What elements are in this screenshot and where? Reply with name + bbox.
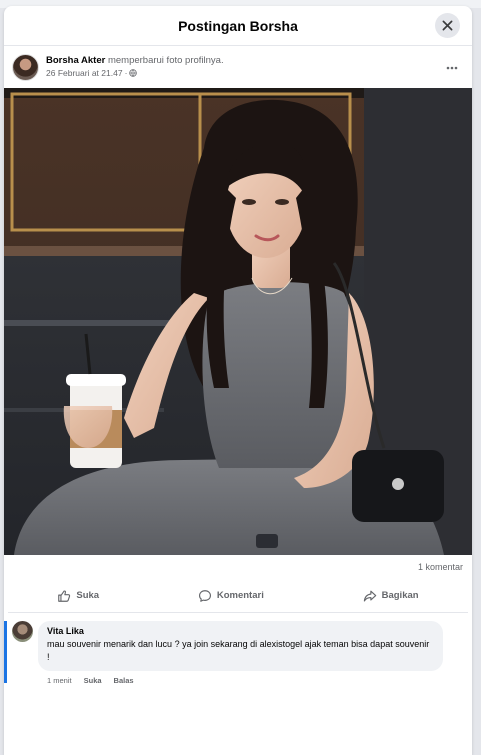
- profile-photo-image: [4, 88, 472, 555]
- comment-button[interactable]: Komentari: [188, 585, 274, 607]
- comment-body: Vita Lika mau souvenir menarik dan lucu …: [38, 621, 443, 685]
- modal-header: Postingan Borsha: [4, 6, 472, 46]
- commenter-name[interactable]: Vita Lika: [47, 626, 433, 636]
- more-options-button[interactable]: [446, 58, 458, 73]
- post-meta: Borsha Akter memperbarui foto profilnya.…: [46, 54, 224, 79]
- post-action-text: memperbarui foto profilnya.: [107, 54, 224, 66]
- like-button[interactable]: Suka: [47, 585, 109, 607]
- comment-meta: 1 menit Suka Balas: [47, 676, 443, 685]
- comment-highlight-bar: [4, 621, 7, 683]
- post-header: Borsha Akter memperbarui foto profilnya.…: [4, 46, 472, 88]
- comment-like-link[interactable]: Suka: [84, 676, 102, 685]
- share-button[interactable]: Bagikan: [353, 585, 429, 607]
- comment-text: mau souvenir menarik dan lucu ? ya join …: [47, 639, 430, 663]
- globe-icon: [129, 69, 138, 78]
- like-label: Suka: [76, 590, 100, 601]
- close-button[interactable]: [435, 13, 460, 38]
- comment-label: Komentari: [216, 590, 264, 601]
- post-timestamp[interactable]: 26 Februari at 21.47: [46, 68, 123, 79]
- comments-section: Vita Lika mau souvenir menarik dan lucu …: [4, 613, 472, 685]
- comment-count[interactable]: 1 komentar: [418, 562, 463, 572]
- meta-separator: ·: [124, 67, 128, 78]
- share-icon: [363, 590, 376, 601]
- commenter-avatar[interactable]: [12, 621, 33, 642]
- post-actions: Suka Komentari Bagikan: [8, 579, 468, 613]
- comment-icon: [198, 589, 211, 602]
- author-avatar[interactable]: [12, 53, 39, 81]
- post-stats: 1 komentar: [4, 555, 472, 579]
- close-icon: [442, 20, 453, 31]
- comment-item: Vita Lika mau souvenir menarik dan lucu …: [4, 621, 472, 685]
- comment-bubble: Vita Lika mau souvenir menarik dan lucu …: [38, 621, 443, 672]
- share-label: Bagikan: [381, 590, 419, 601]
- more-options-icon: [446, 66, 458, 70]
- thumbs-up-icon: [58, 589, 71, 602]
- post-modal: Postingan Borsha Borsha Akter memperbaru…: [4, 6, 472, 755]
- modal-title: Postingan Borsha: [178, 17, 298, 34]
- author-name[interactable]: Borsha Akter: [46, 55, 105, 66]
- profile-photo[interactable]: [4, 88, 472, 555]
- comment-reply-link[interactable]: Balas: [114, 676, 134, 685]
- comment-time[interactable]: 1 menit: [47, 676, 72, 685]
